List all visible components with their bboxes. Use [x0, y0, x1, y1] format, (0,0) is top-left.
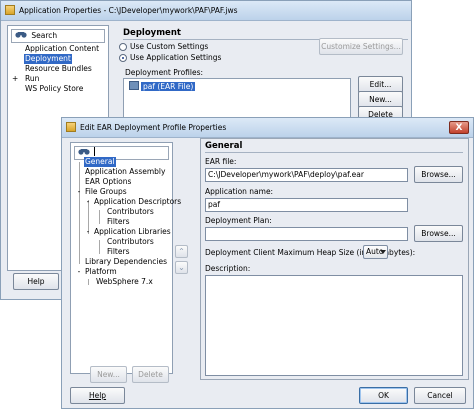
nav-item-deployment[interactable]: Deployment [24, 54, 72, 64]
description-label: Description: [205, 264, 251, 273]
tree-line [99, 240, 100, 254]
browse-ear-button[interactable]: Browse... [414, 166, 463, 183]
tree-item-general[interactable]: General [84, 157, 116, 167]
tree-item-library-dependencies[interactable]: Library Dependencies [85, 257, 167, 267]
title-bar[interactable]: Edit EAR Deployment Profile Properties X [62, 118, 473, 138]
chevron-down-icon [380, 250, 386, 254]
application-name-label: Application name: [205, 187, 274, 196]
tree-item-application-descriptors[interactable]: - Application Descriptors [84, 197, 182, 207]
section-separator [205, 152, 463, 153]
tree-item-application-libraries[interactable]: - Application Libraries [84, 227, 171, 237]
collapse-icon[interactable]: - [84, 197, 92, 207]
chevron-up-icon: ⌃ [178, 247, 185, 256]
tree-item-libraries-contributors[interactable]: Contributors [107, 237, 154, 247]
move-up-button[interactable]: ⌃ [175, 245, 188, 258]
nav-item-application-content[interactable]: Application Content [25, 44, 99, 54]
use-custom-settings-radio[interactable] [119, 43, 127, 51]
chevron-down-icon: ⌄ [178, 263, 185, 272]
tree-line [88, 279, 89, 285]
ear-file-label: EAR file: [205, 157, 237, 166]
profile-item-paf[interactable]: paf (EAR File) [129, 81, 196, 91]
close-button[interactable]: X [449, 121, 469, 134]
use-application-settings-radio[interactable] [119, 54, 127, 62]
section-title: Deployment [123, 28, 181, 38]
move-down-button[interactable]: ⌄ [175, 261, 188, 274]
search-placeholder: Search [31, 31, 58, 40]
browse-plan-button[interactable]: Browse... [414, 225, 463, 242]
nav-item-resource-bundles[interactable]: Resource Bundles [25, 64, 92, 74]
section-title: General [205, 141, 243, 151]
expand-icon[interactable]: + [12, 74, 22, 84]
general-settings-pane: General EAR file: C:\JDeveloper\mywork\P… [200, 138, 469, 380]
collapse-icon[interactable]: - [84, 227, 92, 237]
ear-file-icon [129, 81, 139, 90]
tree-item-libraries-filters[interactable]: Filters [107, 247, 129, 257]
tree-line [79, 162, 80, 264]
cancel-button[interactable]: Cancel [414, 387, 466, 404]
app-icon [5, 5, 15, 15]
text-cursor [94, 147, 96, 156]
tree-item-descriptors-contributors[interactable]: Contributors [107, 207, 154, 217]
tree-new-button[interactable]: New... [90, 366, 127, 383]
tree-item-ear-options[interactable]: EAR Options [85, 177, 131, 187]
tree-item-file-groups[interactable]: - File Groups [75, 187, 127, 197]
title-bar[interactable]: Application Properties - C:\JDeveloper\m… [1, 1, 411, 21]
search-input[interactable]: Search [11, 29, 105, 43]
help-button[interactable]: Help [70, 387, 125, 404]
edit-ear-profile-dialog: Edit EAR Deployment Profile Properties X… [61, 117, 474, 409]
tree-item-websphere[interactable]: WebSphere 7.x [96, 277, 153, 287]
deployment-plan-field[interactable] [205, 227, 408, 241]
use-custom-settings-label: Use Custom Settings [130, 42, 209, 51]
ear-file-field[interactable]: C:\JDeveloper\mywork\PAF\deploy\paf.ear [205, 168, 408, 182]
dialog-icon [66, 122, 76, 132]
application-name-field[interactable]: paf [205, 198, 408, 212]
deployment-plan-label: Deployment Plan: [205, 216, 272, 225]
deployment-profiles-label: Deployment Profiles: [125, 68, 204, 77]
description-textarea[interactable] [205, 275, 463, 376]
nav-item-ws-policy-store[interactable]: WS Policy Store [25, 84, 83, 94]
tree-delete-button[interactable]: Delete [132, 366, 169, 383]
tree-line [99, 210, 100, 224]
tree-item-application-assembly[interactable]: Application Assembly [85, 167, 165, 177]
collapse-icon[interactable]: - [75, 267, 83, 277]
tree-item-platform[interactable]: - Platform [75, 267, 117, 277]
ok-button[interactable]: OK [359, 387, 408, 404]
collapse-icon[interactable]: - [75, 187, 83, 197]
customize-settings-button[interactable]: Customize Settings... [319, 38, 403, 55]
tree-item-descriptors-filters[interactable]: Filters [107, 217, 129, 227]
profile-tree-pane: General Application Assembly EAR Options… [70, 142, 181, 374]
help-button[interactable]: Help [13, 273, 59, 290]
dialog-title: Edit EAR Deployment Profile Properties [80, 123, 227, 132]
nav-item-run[interactable]: + Run [12, 74, 39, 84]
use-application-settings-label: Use Application Settings [130, 53, 222, 62]
window-title: Application Properties - C:\JDeveloper\m… [19, 6, 238, 15]
search-icon [15, 30, 27, 42]
